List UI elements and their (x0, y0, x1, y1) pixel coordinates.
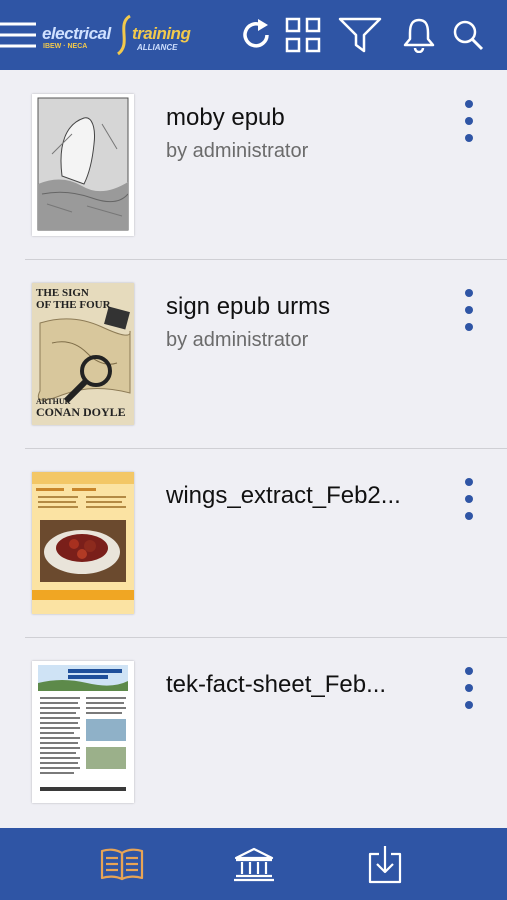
list-item[interactable]: THE SIGN OF THE FOUR ARTHUR CONAN DOYLE … (0, 259, 507, 448)
bell-icon[interactable] (400, 15, 438, 55)
logo-swoosh-icon (116, 14, 131, 56)
item-title: moby epub (166, 104, 285, 131)
more-options-icon[interactable] (455, 478, 483, 520)
item-author: by administrator (166, 140, 309, 162)
item-author: by administrator (166, 329, 309, 351)
logo-sub-ibew-neca: IBEW · NECA (43, 43, 88, 50)
item-title: wings_extract_Feb2... (166, 482, 401, 509)
sign-of-four-cover-thumbnail[interactable]: THE SIGN OF THE FOUR ARTHUR CONAN DOYLE (32, 283, 134, 425)
book-icon[interactable] (97, 842, 147, 886)
item-title: tek-fact-sheet_Feb... (166, 671, 387, 698)
moby-cover-thumbnail[interactable] (32, 94, 134, 236)
search-icon[interactable] (451, 15, 485, 55)
menu-icon[interactable] (0, 15, 36, 55)
document-list: moby epub by administrator THE SIGN OF T… (0, 70, 507, 826)
item-title: sign epub urms (166, 293, 331, 320)
cover-title-line1: THE SIGN (36, 287, 89, 299)
app-header: electrical training IBEW · NECA ALLIANCE (0, 0, 507, 70)
list-item[interactable]: tek-fact-sheet_Feb... (0, 637, 507, 826)
cover-author-line2: CONAN DOYLE (36, 405, 126, 419)
tek-cover-thumbnail[interactable] (32, 661, 134, 803)
more-options-icon[interactable] (455, 289, 483, 331)
library-icon[interactable] (229, 842, 279, 886)
more-options-icon[interactable] (455, 667, 483, 709)
electrical-training-alliance-logo: electrical training IBEW · NECA ALLIANCE (40, 14, 191, 56)
filter-icon[interactable] (337, 15, 383, 55)
refresh-icon[interactable] (238, 15, 274, 55)
list-item[interactable]: wings_extract_Feb2... (0, 448, 507, 637)
list-item[interactable]: moby epub by administrator (0, 70, 507, 259)
more-options-icon[interactable] (455, 100, 483, 142)
download-icon[interactable] (360, 842, 410, 886)
logo-sub-alliance: ALLIANCE (137, 43, 178, 52)
grid-icon[interactable] (284, 15, 322, 55)
bottom-tab-bar (0, 828, 507, 900)
wings-cover-thumbnail[interactable] (32, 472, 134, 614)
cover-title-line2: OF THE FOUR (36, 299, 111, 311)
logo-word-training: training (132, 24, 191, 43)
logo-word-electrical: electrical (42, 24, 111, 43)
